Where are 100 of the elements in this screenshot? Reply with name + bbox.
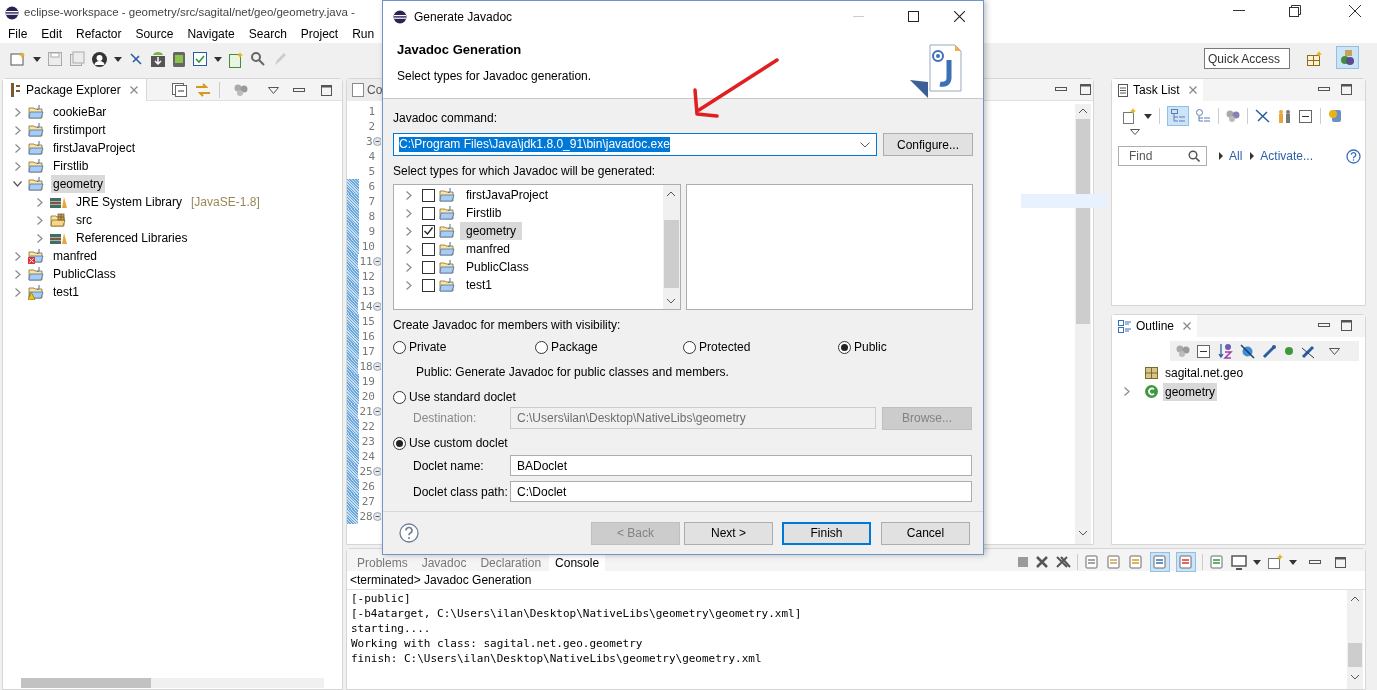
tree-item-label[interactable]: PublicClass [51, 265, 118, 283]
outline-item-label[interactable]: geometry [1163, 382, 1218, 401]
download-icon[interactable] [150, 50, 166, 68]
tree-item-label[interactable]: geometry [460, 222, 523, 240]
dialog-button[interactable]: Finish [782, 521, 871, 545]
radio-label[interactable]: Package [551, 338, 598, 356]
new-file-icon[interactable] [228, 50, 244, 68]
menu-item[interactable]: File [8, 25, 28, 43]
maximize-icon[interactable] [1341, 320, 1352, 331]
view-tab[interactable]: Console [549, 555, 606, 571]
tree-item-label[interactable]: Firstlib [460, 204, 508, 222]
javadoc-command-combobox[interactable]: C:\Program Files\Java\jdk1.8.0_91\bin\javadoc.exe [393, 133, 877, 156]
scroll-up-icon[interactable] [667, 191, 675, 196]
fold-icon[interactable] [372, 467, 381, 476]
radio-button[interactable] [535, 340, 548, 354]
scroll-down-icon[interactable] [1079, 531, 1087, 536]
menu-item[interactable]: Refactor [76, 25, 122, 43]
view-menu-icon[interactable] [1130, 129, 1140, 135]
scroll-thumb[interactable] [21, 678, 151, 688]
tree-item-label[interactable]: manfred [51, 247, 100, 265]
tree-item-label[interactable]: src [74, 211, 94, 229]
profile-icon[interactable] [91, 50, 108, 68]
tree-item-label[interactable]: firstimport [51, 121, 108, 139]
tree-item-label[interactable]: test1 [51, 283, 81, 301]
dialog-button[interactable]: Cancel [881, 521, 970, 545]
vertical-scrollbar[interactable] [1347, 590, 1363, 689]
radio-button[interactable] [393, 436, 406, 450]
view-tab[interactable]: Javadoc [415, 555, 473, 571]
scroll-thumb[interactable] [1076, 119, 1090, 324]
fold-icon[interactable] [372, 512, 381, 521]
collapse-all-icon[interactable] [1299, 109, 1313, 123]
stop-icon[interactable] [1017, 556, 1029, 568]
perspective-icon[interactable] [1306, 51, 1323, 67]
vertical-scrollbar[interactable] [662, 185, 680, 309]
collapse-all-icon[interactable] [172, 83, 187, 97]
radio-label[interactable]: Use standard doclet [409, 388, 516, 406]
view-menu-icon[interactable] [1329, 347, 1340, 355]
package-explorer-tab[interactable]: Package Explorer [3, 78, 147, 101]
caret-icon[interactable] [1289, 559, 1297, 565]
restore-icon[interactable] [1289, 5, 1301, 17]
vertical-scrollbar[interactable] [1075, 104, 1091, 544]
new-icon[interactable] [10, 51, 27, 67]
minimize-icon[interactable] [1318, 87, 1330, 91]
scroll-up-icon[interactable] [1351, 596, 1359, 601]
categorized-toggle[interactable] [1167, 106, 1189, 126]
link[interactable]: All [1229, 147, 1243, 165]
tree-item-label[interactable]: firstJavaProject [460, 186, 555, 204]
checkbox[interactable] [422, 206, 435, 220]
scroll-down-icon[interactable] [667, 299, 675, 304]
fold-icon[interactable] [372, 407, 381, 416]
checkbox-icon[interactable] [192, 51, 208, 67]
radio-button[interactable] [838, 340, 851, 354]
task-list-tab[interactable]: Task List [1112, 79, 1203, 101]
radio-label[interactable]: Public [854, 338, 887, 356]
fold-icon[interactable] [372, 137, 381, 146]
tree-item-label[interactable]: PublicClass [460, 258, 535, 276]
menu-item[interactable]: Source [135, 25, 174, 43]
view-menu-icon[interactable] [268, 86, 279, 94]
find-field[interactable]: Find [1118, 146, 1207, 166]
device-icon[interactable] [172, 50, 186, 68]
radio-button[interactable] [393, 390, 406, 404]
outline-item-label[interactable]: sagital.net.geo [1163, 363, 1246, 382]
java-perspective-button[interactable] [1336, 46, 1359, 69]
horizontal-scrollbar[interactable] [21, 678, 324, 688]
configure-button[interactable]: Configure... [883, 133, 973, 156]
display-console-icon[interactable] [1231, 554, 1247, 570]
doclet-name-field[interactable]: BADoclet [510, 455, 972, 476]
close-icon[interactable] [1349, 5, 1361, 17]
checkbox[interactable] [422, 242, 435, 256]
minimize-icon[interactable] [1055, 87, 1067, 91]
caret-icon[interactable] [1144, 113, 1152, 119]
collapse-chevron-icon[interactable] [13, 181, 22, 187]
view-tab[interactable]: Problems [351, 555, 414, 571]
menu-item[interactable]: Edit [41, 25, 63, 43]
menu-item[interactable]: Run [352, 25, 375, 43]
new-task-icon[interactable] [1122, 108, 1137, 124]
radio-label[interactable]: Protected [699, 338, 751, 356]
sort-icon[interactable] [1218, 343, 1233, 359]
checkbox[interactable] [422, 278, 435, 292]
checkbox[interactable] [422, 224, 435, 238]
tree-item-label[interactable]: Referenced Libraries [74, 229, 190, 247]
fold-icon[interactable] [372, 302, 381, 311]
minimize-icon[interactable] [1309, 560, 1321, 564]
scroll-thumb[interactable] [1348, 643, 1362, 667]
scheduled-list-icon[interactable] [1196, 109, 1211, 123]
fold-icon[interactable] [372, 257, 381, 266]
caret-icon[interactable] [1253, 559, 1261, 565]
dialog-button[interactable]: Next > [684, 521, 773, 545]
types-tree[interactable]: firstJavaProject Firstlib geometry manfred PublicClass test1 [393, 184, 681, 310]
radio-label[interactable]: Use custom doclet [409, 434, 508, 452]
quick-access-field[interactable]: Quick Access [1204, 48, 1290, 69]
tree-item-label[interactable]: geometry [51, 175, 106, 193]
menu-item[interactable]: Navigate [187, 25, 235, 43]
expand-chevron-icon[interactable] [1124, 387, 1130, 396]
checkbox[interactable] [422, 188, 435, 202]
maximize-icon[interactable] [908, 11, 919, 22]
outline-tab[interactable]: Outline [1112, 315, 1198, 337]
doclet-class-path-field[interactable]: C:\Doclet [510, 481, 972, 502]
maximize-icon[interactable] [321, 84, 332, 96]
checkbox[interactable] [422, 260, 435, 274]
